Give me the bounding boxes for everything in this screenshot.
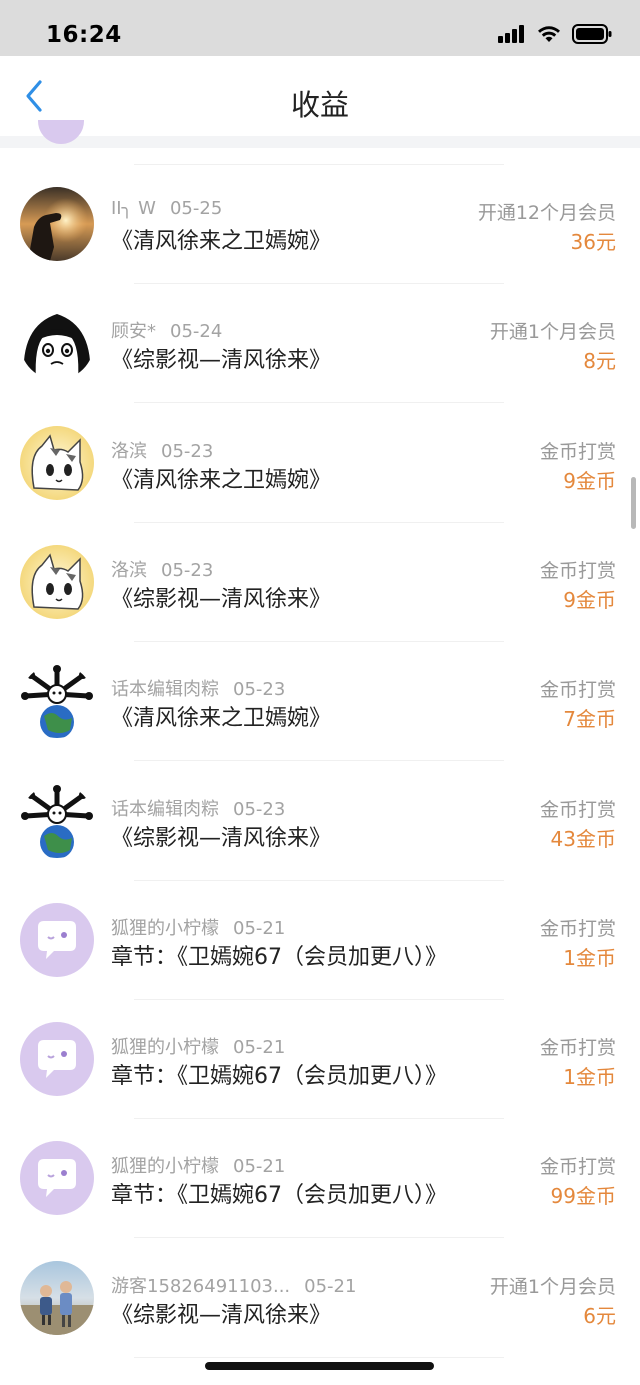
- earning-amount: 1金币: [563, 945, 616, 970]
- record-date: 05-23: [233, 798, 286, 820]
- earnings-record-row[interactable]: 话本编辑肉粽 05-23 《综影视—清风徐来》 金币打赏 43金币: [0, 762, 640, 881]
- username: 狐狸的小柠檬: [111, 1156, 219, 1178]
- earning-amount: 9金币: [563, 587, 616, 612]
- username: 话本编辑肉粽: [111, 679, 219, 701]
- username: 狐狸的小柠檬: [111, 1037, 219, 1059]
- earning-type: 金币打赏: [539, 1156, 616, 1179]
- row-divider: [134, 1356, 504, 1358]
- status-time: 16:24: [46, 22, 122, 48]
- user-line: 狐狸的小柠檬 05-21: [111, 914, 285, 940]
- earning-amount: 43金币: [550, 826, 616, 851]
- username: 洛滨: [111, 440, 147, 462]
- wifi-icon: [536, 25, 562, 48]
- header-separator: [0, 136, 640, 148]
- earning-type: 金币打赏: [539, 1037, 616, 1060]
- username: 洛滨: [111, 559, 147, 581]
- earning-type: 开通12个月会员: [477, 202, 616, 224]
- cat-avatar[interactable]: [20, 544, 94, 619]
- status-icons: [498, 24, 612, 48]
- earnings-record-row[interactable]: 话本编辑肉粽 05-23 《清风徐来之卫嫣婉》 金币打赏 7金币: [0, 642, 640, 762]
- bones-earth-avatar[interactable]: [20, 664, 94, 739]
- earnings-record-row[interactable]: 狐狸的小柠檬 05-21 章节：《卫嫣婉67（会员加更八）》 金币打赏 99金币: [0, 1119, 640, 1239]
- earning-amount: 8元: [583, 349, 616, 374]
- record-date: 05-21: [233, 1037, 286, 1059]
- work-title: 《清风徐来之卫嫣婉》: [111, 229, 332, 254]
- user-line: 顾安* 05-24: [111, 317, 222, 343]
- username: II╮ W: [111, 198, 156, 219]
- user-line: 洛滨 05-23: [111, 556, 213, 582]
- earnings-record-row[interactable]: 洛滨 05-23 《清风徐来之卫嫣婉》 金币打赏 9金币: [0, 404, 640, 523]
- screen: 16:24 收益 II╮ W 05-25 《清风徐来之卫嫣婉》 开通12个月会员…: [0, 0, 640, 1385]
- work-title: 章节：《卫嫣婉67（会员加更八）》: [111, 944, 447, 970]
- user-line: 狐狸的小柠檬 05-21: [111, 1152, 285, 1178]
- user-line: 洛滨 05-23: [111, 437, 213, 463]
- earning-type: 金币打赏: [539, 559, 616, 582]
- chat-bubble-avatar[interactable]: [20, 902, 94, 977]
- record-date: 05-24: [170, 321, 223, 343]
- record-date: 05-23: [161, 440, 214, 462]
- record-date: 05-25: [169, 198, 223, 219]
- earning-type: 金币打赏: [539, 679, 616, 702]
- scrollbar[interactable]: [631, 477, 636, 529]
- children-photo-avatar[interactable]: [20, 1260, 94, 1335]
- battery-icon: [572, 24, 612, 48]
- earning-type: 开通1个月会员: [489, 321, 616, 344]
- cat-avatar[interactable]: [20, 425, 94, 500]
- earnings-record-row[interactable]: 狐狸的小柠檬 05-21 章节：《卫嫣婉67（会员加更八）》 金币打赏 1金币: [0, 1000, 640, 1120]
- home-indicator[interactable]: [205, 1362, 434, 1370]
- earning-type: 金币打赏: [539, 798, 616, 821]
- signal-icon: [498, 25, 526, 47]
- user-line: 游客15826491103... 05-21: [111, 1272, 356, 1298]
- record-date: 05-23: [161, 559, 214, 581]
- earnings-record-row[interactable]: 顾安* 05-24 《综影视—清风徐来》 开通1个月会员 8元: [0, 284, 640, 404]
- earning-type: 开通1个月会员: [489, 1275, 616, 1298]
- sunset-hand-avatar[interactable]: [20, 187, 94, 261]
- earning-amount: 6元: [583, 1303, 616, 1328]
- navigation-bar: 收益: [0, 56, 640, 137]
- chat-bubble-avatar[interactable]: [20, 1022, 94, 1097]
- record-date: 05-23: [233, 679, 286, 701]
- earning-type: 金币打赏: [539, 917, 616, 940]
- username: 游客15826491103...: [111, 1275, 291, 1297]
- username: 狐狸的小柠檬: [111, 917, 219, 939]
- earnings-record-row[interactable]: II╮ W 05-25 《清风徐来之卫嫣婉》 开通12个月会员 36元: [0, 165, 640, 284]
- anime-girl-avatar[interactable]: [20, 306, 94, 381]
- earnings-record-row[interactable]: 狐狸的小柠檬 05-21 章节：《卫嫣婉67（会员加更八）》 金币打赏 1金币: [0, 881, 640, 1000]
- earning-amount: 7金币: [563, 707, 616, 732]
- username: 顾安*: [111, 321, 156, 343]
- earning-amount: 9金币: [563, 468, 616, 493]
- record-date: 05-21: [304, 1275, 357, 1297]
- user-line: 狐狸的小柠檬 05-21: [111, 1033, 285, 1059]
- work-title: 《综影视—清风徐来》: [111, 825, 332, 851]
- bones-earth-avatar[interactable]: [20, 783, 94, 858]
- earning-amount: 1金币: [563, 1065, 616, 1090]
- work-title: 《综影视—清风徐来》: [111, 348, 332, 374]
- status-bar: 16:24: [0, 0, 640, 56]
- record-date: 05-21: [233, 1156, 286, 1178]
- earnings-list[interactable]: II╮ W 05-25 《清风徐来之卫嫣婉》 开通12个月会员 36元顾安* 05-24 《…: [0, 148, 640, 1385]
- work-title: 章节：《卫嫣婉67（会员加更八）》: [111, 1183, 447, 1209]
- work-title: 《综影视—清风徐来》: [111, 586, 332, 612]
- user-line: 话本编辑肉粽 05-23: [111, 675, 285, 701]
- earnings-record-row[interactable]: 洛滨 05-23 《综影视—清风徐来》 金币打赏 9金币: [0, 523, 640, 642]
- work-title: 《清风徐来之卫嫣婉》: [111, 467, 332, 493]
- earnings-record-row[interactable]: 游客15826491103... 05-21 《综影视—清风徐来》 开通1个月会员 6元: [0, 1239, 640, 1358]
- earning-amount: 99金币: [550, 1184, 616, 1209]
- earning-amount: 36元: [570, 230, 616, 254]
- user-line: 话本编辑肉粽 05-23: [111, 795, 285, 821]
- record-date: 05-21: [233, 917, 286, 939]
- username: 话本编辑肉粽: [111, 798, 219, 820]
- work-title: 章节：《卫嫣婉67（会员加更八）》: [111, 1064, 447, 1090]
- work-title: 《综影视—清风徐来》: [111, 1302, 332, 1328]
- work-title: 《清风徐来之卫嫣婉》: [111, 706, 332, 732]
- earning-type: 金币打赏: [539, 440, 616, 463]
- page-title: 收益: [290, 88, 349, 122]
- user-line: II╮ W 05-25: [111, 198, 222, 219]
- chat-bubble-avatar[interactable]: [20, 1141, 94, 1216]
